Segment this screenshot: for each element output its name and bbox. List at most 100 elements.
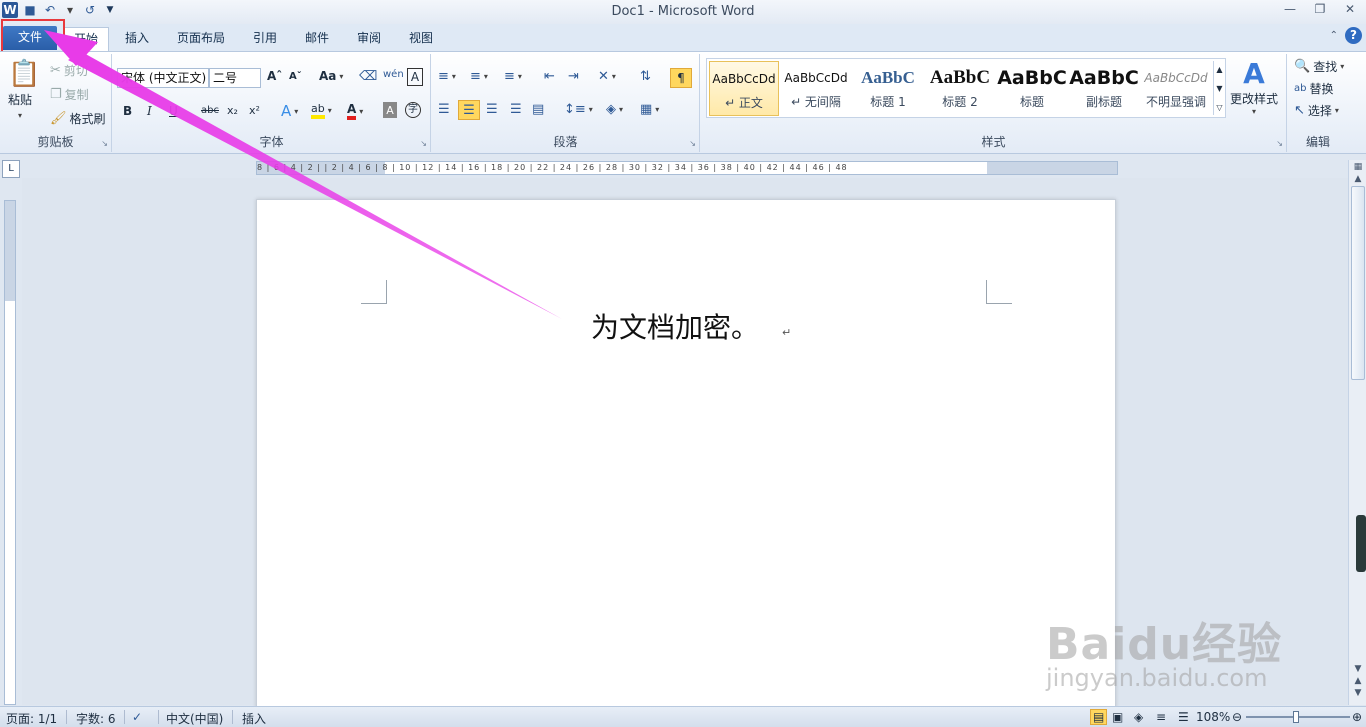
multilevel-list-button[interactable]: ≡ ▾ (504, 69, 522, 84)
cut-button[interactable]: ✂ 剪切 (50, 62, 88, 79)
next-page-icon[interactable]: ▼ (1351, 688, 1365, 702)
align-center-button[interactable]: ☰ (458, 100, 480, 120)
zoom-in-icon[interactable]: ⊕ (1352, 710, 1362, 724)
grow-font-icon: Aˆ (267, 69, 283, 83)
clear-formatting-button[interactable]: ⌫ (359, 69, 377, 84)
draft-icon[interactable]: ☰ (1178, 710, 1189, 724)
tab-home[interactable]: 开始 (63, 27, 109, 51)
text-effects-button[interactable]: A ▾ (281, 102, 298, 120)
paste-button[interactable]: 📋 粘贴 ▾ (8, 60, 40, 120)
proofing-icon[interactable]: ✓ (132, 710, 142, 724)
replace-button[interactable]: ab 替换 (1294, 80, 1334, 97)
asian-layout-icon: ✕ (598, 69, 609, 84)
gallery-up-icon[interactable]: ▲ (1216, 65, 1222, 74)
style-heading-1[interactable]: AaBbC 标题 1 (853, 61, 923, 116)
bullets-button[interactable]: ≡ ▾ (438, 69, 456, 84)
asian-layout-button[interactable]: ✕ ▾ (598, 69, 616, 84)
gallery-more-icon[interactable]: ▽ (1216, 103, 1222, 112)
tab-stop-selector[interactable]: L (2, 160, 20, 178)
gallery-scroll[interactable]: ▲ ▼ ▽ (1213, 61, 1225, 115)
strikethrough-button[interactable]: abc (201, 105, 219, 116)
horizontal-ruler[interactable]: 8 | 6 | 4 | 2 | | 2 | 4 | 6 | 8 | 10 | 1… (256, 161, 1118, 175)
highlight-button[interactable]: ab ▾ (311, 102, 332, 119)
tab-insert[interactable]: 插入 (116, 27, 158, 51)
tab-page-layout[interactable]: 页面布局 (168, 27, 234, 51)
numbering-button[interactable]: ≡ ▾ (470, 69, 488, 84)
style-subtle-emphasis[interactable]: AaBbCcDd 不明显强调 (1141, 61, 1211, 116)
line-spacing-button[interactable]: ↕≡ ▾ (564, 102, 593, 117)
style-heading-2[interactable]: AaBbC 标题 2 (925, 61, 995, 116)
help-icon[interactable]: ? (1345, 27, 1362, 44)
decrease-indent-button[interactable]: ⇤ (544, 69, 555, 84)
borders-button[interactable]: ▦ ▾ (640, 102, 659, 117)
ribbon-minimize-icon[interactable]: ⌃ (1330, 30, 1338, 41)
insert-mode[interactable]: 插入 (242, 710, 266, 727)
crop-mark-top-right (986, 280, 1012, 304)
tab-view[interactable]: 视图 (400, 27, 442, 51)
paragraph-launcher-icon[interactable]: ↘ (689, 139, 696, 148)
document-page[interactable]: 为文档加密。 ↵ (256, 199, 1116, 719)
tab-review[interactable]: 审阅 (348, 27, 390, 51)
tab-mailings[interactable]: 邮件 (296, 27, 338, 51)
vertical-ruler[interactable] (4, 200, 16, 705)
zoom-slider-thumb[interactable] (1293, 711, 1299, 723)
language[interactable]: 中文(中国) (166, 710, 223, 727)
format-painter-button[interactable]: 🖌 格式刷 (50, 110, 106, 127)
superscript-button[interactable]: x² (249, 104, 260, 117)
sort-button[interactable]: ⇅ (640, 69, 651, 84)
find-button[interactable]: 🔍 查找 ▾ (1294, 58, 1344, 75)
align-right-button[interactable]: ☰ (486, 102, 498, 117)
zoom-out-icon[interactable]: ⊖ (1232, 710, 1242, 724)
document-text[interactable]: 为文档加密。 (591, 306, 759, 346)
web-layout-icon[interactable]: ◈ (1134, 710, 1143, 724)
clipboard-launcher-icon[interactable]: ↘ (101, 139, 108, 148)
bold-button[interactable]: B (123, 104, 132, 118)
full-screen-reading-icon[interactable]: ▣ (1112, 710, 1123, 724)
vertical-scrollbar[interactable]: ▦ ▲ ▼ ▲ ▼ (1348, 160, 1366, 705)
change-case-button[interactable]: Aa ▾ (319, 69, 343, 83)
grow-font-button[interactable]: Aˆ (267, 69, 282, 83)
style-no-spacing[interactable]: AaBbCcDd ↵ 无间隔 (781, 61, 851, 116)
character-shading-button[interactable]: A (383, 102, 397, 118)
distributed-button[interactable]: ▤ (532, 102, 544, 117)
scrollbar-thumb[interactable] (1351, 186, 1365, 380)
select-button[interactable]: ↖ 选择 ▾ (1294, 102, 1339, 119)
ribbon-tabs: 文件 开始 插入 页面布局 引用 邮件 审阅 视图 ⌃ ? (0, 24, 1366, 51)
styles-launcher-icon[interactable]: ↘ (1276, 139, 1283, 148)
outline-icon[interactable]: ≡ (1156, 710, 1166, 724)
change-styles-button[interactable]: A 更改样式 ▾ (1230, 58, 1278, 117)
word-count[interactable]: 字数: 6 (76, 710, 116, 727)
subscript-button[interactable]: x₂ (227, 104, 238, 117)
shrink-font-button[interactable]: Aˇ (289, 71, 302, 82)
italic-button[interactable]: I (147, 104, 152, 118)
increase-indent-button[interactable]: ⇥ (568, 69, 579, 84)
gallery-down-icon[interactable]: ▼ (1216, 84, 1222, 93)
print-layout-icon[interactable]: ▤ (1090, 709, 1108, 725)
minimize-icon[interactable]: — (1282, 2, 1298, 18)
distributed-icon: ▤ (532, 102, 545, 117)
font-launcher-icon[interactable]: ↘ (420, 139, 427, 148)
character-border-button[interactable]: A (407, 68, 423, 86)
page-count[interactable]: 页面: 1/1 (6, 710, 57, 727)
show-marks-button[interactable]: ¶ (670, 68, 692, 88)
phonetic-guide-button[interactable]: wén (383, 69, 404, 80)
copy-icon: ❐ (50, 87, 62, 102)
separator (232, 710, 233, 724)
font-size-select[interactable]: 二号 (209, 68, 261, 88)
close-icon[interactable]: ✕ (1342, 2, 1358, 18)
restore-icon[interactable]: ❐ (1312, 2, 1328, 18)
shading-button[interactable]: ◈ ▾ (606, 102, 623, 117)
font-color-button[interactable]: A ▾ (347, 102, 363, 120)
style-subtitle[interactable]: AaBbC 副标题 (1069, 61, 1139, 116)
justify-button[interactable]: ☰ (510, 102, 522, 117)
copy-button[interactable]: ❐ 复制 (50, 86, 89, 103)
style-normal[interactable]: AaBbCcDd ↵ 正文 (709, 61, 779, 116)
tab-references[interactable]: 引用 (244, 27, 286, 51)
font-name-select[interactable]: 宋体 (中文正文) (117, 68, 209, 88)
strikethrough-icon: abc (201, 105, 219, 116)
underline-button[interactable]: U (169, 104, 178, 118)
align-left-button[interactable]: ☰ (438, 102, 450, 117)
style-title[interactable]: AaBbC 标题 (997, 61, 1067, 116)
enclose-characters-button[interactable]: 字 (405, 102, 421, 118)
zoom-level[interactable]: 108% (1196, 710, 1230, 724)
